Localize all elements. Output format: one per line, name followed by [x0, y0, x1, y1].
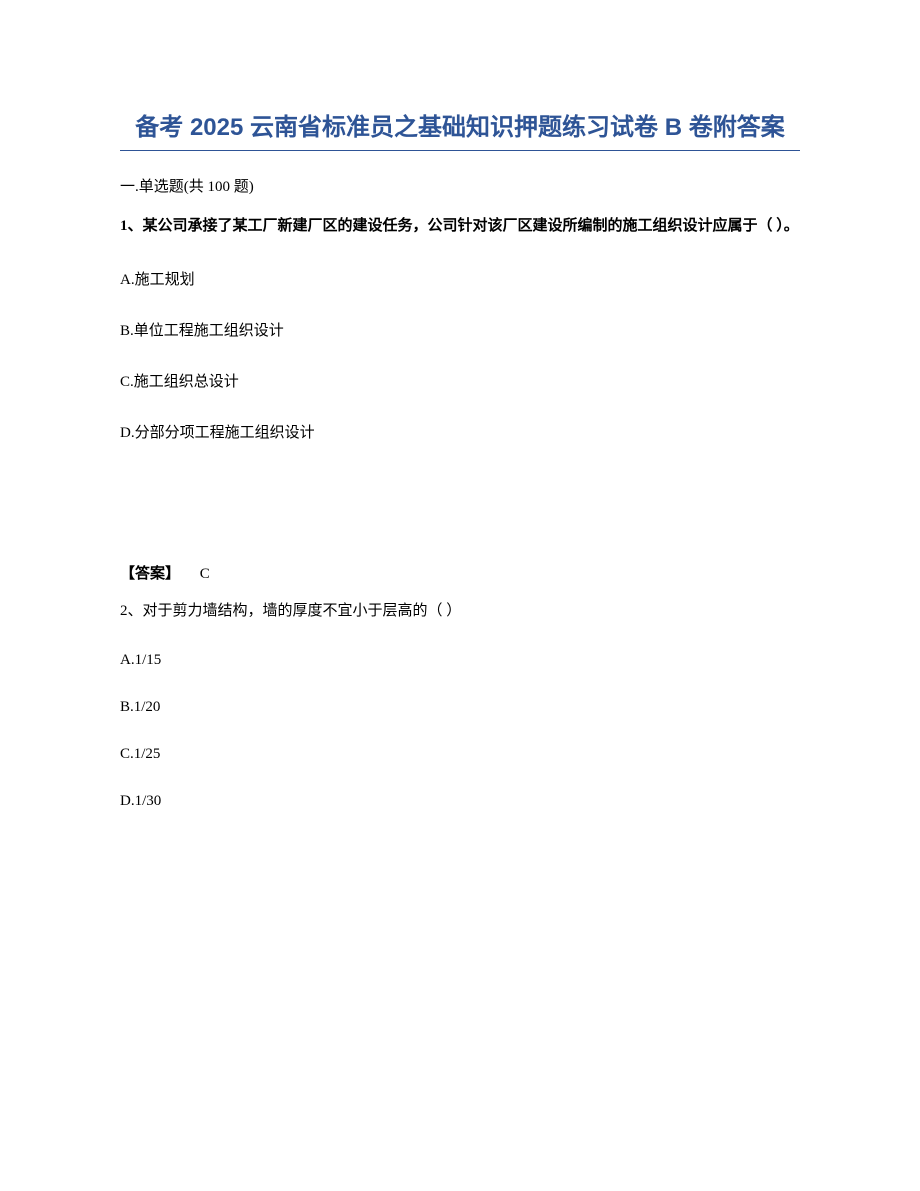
q2-option-b: B.1/20 [120, 699, 800, 716]
title-underline [120, 150, 800, 151]
q2-option-a: A.1/15 [120, 652, 800, 669]
q1-answer: 【答案】 C [120, 562, 800, 583]
q2-option-d: D.1/30 [120, 793, 800, 810]
q1-option-b: B.单位工程施工组织设计 [120, 319, 800, 340]
q1-option-d: D.分部分项工程施工组织设计 [120, 421, 800, 442]
q1-stem: 1、某公司承接了某工厂新建厂区的建设任务，公司针对该厂区建设所编制的施工组织设计… [120, 214, 800, 240]
q2-stem: 2、对于剪力墙结构，墙的厚度不宜小于层高的（ ） [120, 599, 800, 625]
q1-option-c: C.施工组织总设计 [120, 370, 800, 391]
document-title: 备考 2025 云南省标准员之基础知识押题练习试卷 B 卷附答案 [120, 110, 800, 146]
document-page: 备考 2025 云南省标准员之基础知识押题练习试卷 B 卷附答案 一.单选题(共… [0, 0, 920, 900]
q1-answer-label: 【答案】 [120, 566, 180, 582]
q1-answer-value: C [200, 566, 210, 582]
q2-option-c: C.1/25 [120, 746, 800, 763]
section-header: 一.单选题(共 100 题) [120, 175, 800, 196]
q2-block: 2、对于剪力墙结构，墙的厚度不宜小于层高的（ ） A.1/15 B.1/20 C… [120, 599, 800, 811]
q1-option-a: A.施工规划 [120, 268, 800, 289]
